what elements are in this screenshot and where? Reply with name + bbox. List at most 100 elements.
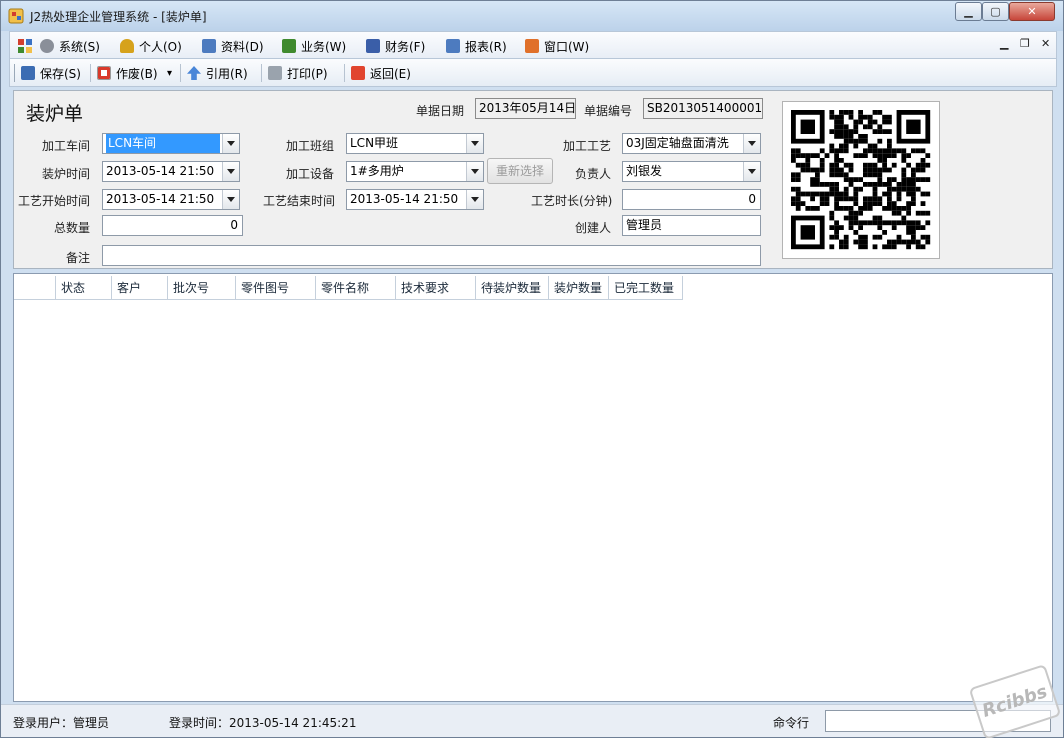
menu-business-label: 业务(W)	[301, 39, 347, 54]
owner-value: 刘银发	[626, 164, 663, 178]
grid-column-header[interactable]: 状态	[56, 276, 112, 300]
grid-column-header[interactable]: 技术要求	[396, 276, 476, 300]
chevron-down-icon[interactable]	[222, 190, 239, 209]
bar-chart-icon	[366, 39, 380, 53]
mdi-minimize-button[interactable]: ▁	[1000, 37, 1008, 50]
team-label: 加工班组	[286, 139, 335, 153]
load-time-picker[interactable]: 2013-05-14 21:50	[102, 161, 240, 182]
menu-personal-label: 个人(O)	[139, 39, 182, 54]
workshop-value: LCN车间	[106, 134, 220, 153]
void-document-icon	[97, 66, 111, 80]
toolbar-separator	[90, 64, 91, 82]
menu-finance[interactable]: 财务(F)	[366, 37, 425, 55]
close-button[interactable]: ✕	[1009, 2, 1055, 21]
chevron-down-icon[interactable]	[743, 134, 760, 153]
printer-icon	[268, 66, 282, 80]
doc-date-label: 单据日期	[416, 104, 465, 118]
form-panel: 装炉单 单据日期 2013年05月14日 单据编号 SB201305140000…	[13, 90, 1053, 269]
equipment-select[interactable]: 1#多用炉	[346, 161, 484, 182]
process-value: 03J固定轴盘面清洗	[626, 136, 729, 150]
menu-data-label: 资料(D)	[221, 39, 264, 54]
chevron-down-icon[interactable]	[743, 162, 760, 181]
chevron-down-icon[interactable]	[222, 162, 239, 181]
maximize-button[interactable]: ▢	[982, 2, 1009, 21]
mdi-restore-button[interactable]: ❐	[1020, 37, 1030, 50]
void-dropdown-arrow[interactable]: ▾	[167, 64, 172, 82]
chevron-down-icon[interactable]	[466, 190, 483, 209]
floppy-disk-icon	[21, 66, 35, 80]
watermark-text: Rcibbs	[979, 681, 1051, 722]
owner-label: 负责人	[575, 167, 612, 181]
toolbar-separator	[180, 64, 181, 82]
workshop-select[interactable]: LCN车间	[102, 133, 240, 154]
grid-column-header[interactable]: 装炉数量	[549, 276, 609, 300]
save-button-label: 保存(S)	[40, 66, 81, 81]
page-title: 装炉单	[26, 103, 84, 125]
grid-column-header[interactable]: 客户	[112, 276, 168, 300]
start-time-label: 工艺开始时间	[18, 194, 91, 208]
back-button[interactable]: 返回(E)	[351, 64, 411, 82]
toolbar-separator	[344, 64, 345, 82]
duration-field[interactable]: 0	[622, 189, 761, 210]
start-time-value: 2013-05-14 21:50	[106, 192, 215, 206]
start-time-picker[interactable]: 2013-05-14 21:50	[102, 189, 240, 210]
login-time-text: 登录时间：2013-05-14 21:45:21	[169, 716, 357, 730]
back-button-label: 返回(E)	[370, 66, 411, 81]
menu-system[interactable]: 系统(S)	[40, 37, 100, 55]
remark-label: 备注	[66, 251, 91, 265]
owner-select[interactable]: 刘银发	[622, 161, 761, 182]
menu-data[interactable]: 资料(D)	[202, 37, 264, 55]
duration-label: 工艺时长(分钟)	[531, 194, 613, 208]
team-select[interactable]: LCN甲班	[346, 133, 484, 154]
remark-field[interactable]	[102, 245, 761, 266]
menu-report-label: 报表(R)	[465, 39, 507, 54]
total-qty-label: 总数量	[54, 221, 91, 235]
workshop-label: 加工车间	[42, 139, 91, 153]
quote-button[interactable]: 引用(R)	[187, 64, 248, 82]
void-button-label: 作废(B)	[116, 66, 158, 81]
detail-grid[interactable]: 状态 客户 批次号 零件图号 零件名称 技术要求 待装炉数量 装炉数量 已完工数量	[13, 273, 1053, 702]
quote-button-label: 引用(R)	[206, 66, 248, 81]
exchange-icon	[282, 39, 296, 53]
chevron-down-icon[interactable]	[222, 134, 239, 153]
end-time-picker[interactable]: 2013-05-14 21:50	[346, 189, 484, 210]
end-time-value: 2013-05-14 21:50	[350, 192, 459, 206]
print-button[interactable]: 打印(P)	[268, 64, 328, 82]
card-icon	[202, 39, 216, 53]
creator-field[interactable]: 管理员	[622, 215, 761, 236]
status-bar: 登录用户：管理员 登录时间：2013-05-14 21:45:21 命令行	[1, 704, 1063, 737]
exit-icon	[351, 66, 365, 80]
grid-column-header[interactable]: 零件图号	[236, 276, 316, 300]
print-button-label: 打印(P)	[287, 66, 328, 81]
total-qty-field[interactable]: 0	[102, 215, 243, 236]
save-button[interactable]: 保存(S)	[21, 64, 81, 82]
qr-code-icon	[791, 110, 931, 250]
mdi-close-button[interactable]: ✕	[1041, 37, 1050, 50]
grid-column-header[interactable]: 待装炉数量	[476, 276, 549, 300]
process-select[interactable]: 03J固定轴盘面清洗	[622, 133, 761, 154]
mdi-child-icon	[18, 39, 32, 53]
toolbar-separator	[261, 64, 262, 82]
void-button[interactable]: 作废(B)	[97, 64, 158, 82]
grid-row-header-cell[interactable]	[14, 276, 56, 300]
chevron-down-icon[interactable]	[466, 162, 483, 181]
grid-column-header[interactable]: 批次号	[168, 276, 236, 300]
minimize-button[interactable]: ▁	[955, 2, 982, 21]
app-window: J2热处理企业管理系统 - [装炉单] ▁ ▢ ✕ 系统(S) 个人(O) 资料…	[0, 0, 1064, 738]
load-time-label: 装炉时间	[42, 167, 91, 181]
grid-column-header[interactable]: 零件名称	[316, 276, 396, 300]
menu-report[interactable]: 报表(R)	[446, 37, 507, 55]
menu-finance-label: 财务(F)	[385, 39, 426, 54]
grid-column-header[interactable]: 已完工数量	[609, 276, 683, 300]
menu-window-label: 窗口(W)	[544, 39, 590, 54]
command-line-label: 命令行	[773, 716, 810, 730]
menu-window[interactable]: 窗口(W)	[525, 37, 589, 55]
grid-header: 状态 客户 批次号 零件图号 零件名称 技术要求 待装炉数量 装炉数量 已完工数量	[14, 276, 683, 300]
menu-business[interactable]: 业务(W)	[282, 37, 346, 55]
table-icon	[446, 39, 460, 53]
reselect-button[interactable]: 重新选择	[487, 158, 553, 184]
menu-personal[interactable]: 个人(O)	[120, 37, 182, 55]
app-logo-icon	[8, 8, 24, 24]
chevron-down-icon[interactable]	[466, 134, 483, 153]
equipment-label: 加工设备	[286, 167, 335, 181]
